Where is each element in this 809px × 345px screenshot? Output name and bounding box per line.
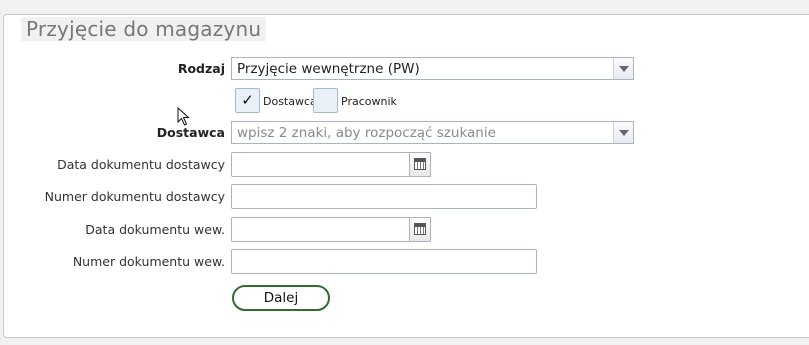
chevron-down-icon[interactable]	[613, 122, 633, 143]
calendar-icon	[414, 158, 426, 170]
dostawca-checkbox[interactable]: ✓	[235, 88, 260, 113]
numer-dok-dostawcy-label: Numer dokumentu dostawcy	[44, 189, 225, 204]
numer-dok-wew-label: Numer dokumentu wew.	[72, 254, 225, 269]
rodzaj-select[interactable]: Przyjęcie wewnętrzne (PW)	[231, 57, 634, 80]
pracownik-checkbox[interactable]	[313, 88, 338, 113]
data-dok-wew-label: Data dokumentu wew.	[85, 222, 225, 237]
dostawca-checkbox-label: Dostawca	[263, 95, 317, 108]
data-dok-dostawcy-label: Data dokumentu dostawcy	[57, 157, 225, 172]
calendar-icon	[414, 223, 426, 235]
numer-dok-dostawcy-field[interactable]	[231, 184, 537, 209]
rodzaj-value: Przyjęcie wewnętrzne (PW)	[237, 61, 420, 77]
data-dok-wew-picker[interactable]	[409, 217, 431, 242]
data-dok-dostawcy-picker[interactable]	[409, 152, 431, 177]
chevron-down-icon[interactable]	[613, 58, 633, 79]
data-dok-dostawcy-field[interactable]	[231, 152, 411, 177]
dostawca-label: Dostawca	[156, 125, 225, 140]
numer-dok-wew-field[interactable]	[231, 249, 537, 274]
data-dok-wew-field[interactable]	[231, 217, 411, 242]
section-title: Przyjęcie do magazynu	[21, 17, 267, 41]
dostawca-search[interactable]: wpisz 2 znaki, aby rozpocząć szukanie	[231, 121, 634, 144]
dalej-button[interactable]: Dalej	[232, 285, 330, 311]
mouse-pointer-icon	[177, 107, 190, 126]
rodzaj-label: Rodzaj	[177, 61, 225, 76]
dostawca-placeholder: wpisz 2 znaki, aby rozpocząć szukanie	[237, 125, 496, 141]
pracownik-checkbox-label: Pracownik	[341, 95, 397, 108]
